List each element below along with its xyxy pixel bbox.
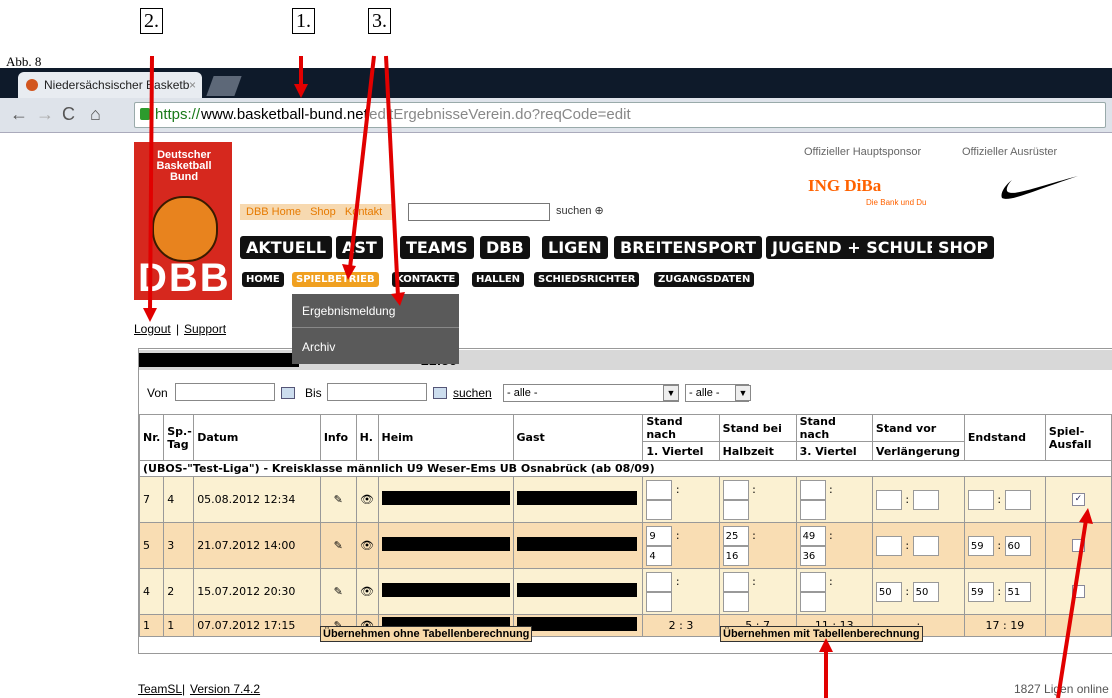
arrow-2 — [148, 55, 154, 313]
arrow-head — [391, 292, 405, 306]
arrow-head — [1079, 508, 1093, 524]
arrow-head — [143, 308, 157, 322]
arrow-head — [342, 264, 356, 280]
annotation-arrows — [143, 55, 1093, 698]
arrow-ausfall — [1056, 519, 1088, 698]
arrow-3b — [384, 55, 400, 297]
arrow-3a — [348, 55, 376, 269]
arrow-head — [294, 84, 308, 98]
arrow-head — [819, 638, 833, 652]
